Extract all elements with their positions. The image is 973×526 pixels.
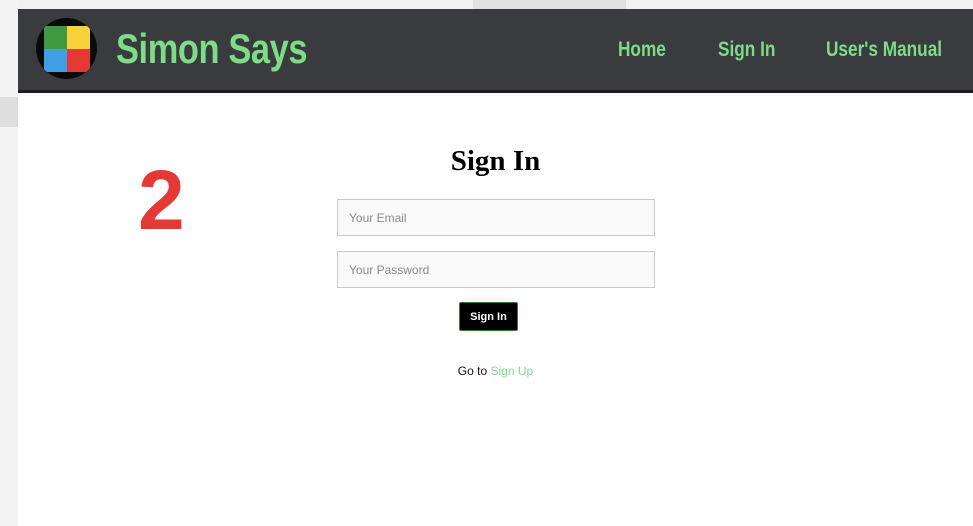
background-edge (0, 0, 18, 526)
background-strip (0, 97, 18, 127)
sign-in-button[interactable]: Sign In (459, 302, 518, 331)
brand-title[interactable]: Simon Says (116, 23, 308, 75)
sign-up-link[interactable]: Sign Up (491, 364, 534, 378)
page-title: Sign In (450, 145, 541, 177)
logo-blue-square (44, 49, 67, 72)
nav-users-manual[interactable]: User's Manual (826, 37, 942, 63)
logo-green-square (44, 26, 67, 49)
signup-prompt: Go to Sign Up (18, 364, 973, 378)
main-content: 2 Sign In Sign In Go to Sign Up (18, 93, 973, 526)
nav-sign-in[interactable]: Sign In (718, 37, 775, 63)
background-tab (473, 0, 626, 9)
navbar: Simon Says Home Sign In User's Manual (18, 9, 973, 93)
password-field[interactable] (337, 251, 655, 288)
logo-yellow-square (67, 26, 90, 49)
simon-logo-icon[interactable] (36, 18, 97, 79)
email-field[interactable] (337, 199, 655, 236)
nav-home[interactable]: Home (618, 37, 666, 63)
signup-prompt-text: Go to (457, 364, 488, 378)
logo-red-square (67, 49, 90, 72)
